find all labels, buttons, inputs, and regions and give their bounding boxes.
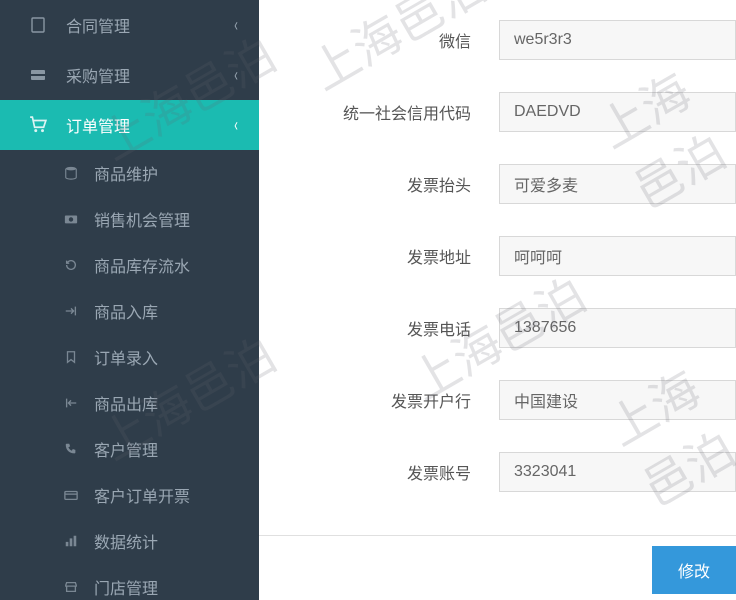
- sidebar-item-purchase[interactable]: 采购管理 ‹: [0, 50, 259, 100]
- form-label: 发票开户行: [289, 388, 499, 412]
- main-content: 微信 统一社会信用代码 发票抬头 发票地址 发票电话 发票开户行 发票账号 修改: [259, 0, 736, 600]
- sidebar-sub-label: 数据统计: [94, 529, 158, 553]
- form-label: 发票电话: [289, 316, 499, 340]
- form-label: 发票抬头: [289, 172, 499, 196]
- drawer-icon: [28, 65, 48, 85]
- undo-icon: [62, 256, 80, 274]
- exit-icon: [62, 394, 80, 412]
- sidebar-sub-label: 客户管理: [94, 437, 158, 461]
- button-bar: 修改: [259, 535, 736, 594]
- page-icon: [28, 15, 48, 35]
- sidebar-sub-label: 客户订单开票: [94, 483, 190, 507]
- form-row-invoice-account: 发票账号: [259, 452, 736, 492]
- sidebar-sub-label: 商品入库: [94, 299, 158, 323]
- invoice-address-field[interactable]: [499, 236, 736, 276]
- chart-icon: [62, 532, 80, 550]
- credit-code-field[interactable]: [499, 92, 736, 132]
- phone-icon: [62, 440, 80, 458]
- card-icon: [62, 486, 80, 504]
- sidebar: 合同管理 ‹ 采购管理 ‹ 订单管理 ‹ 商品维护 销售机会管理 商品库存流水: [0, 0, 259, 600]
- sidebar-item-label: 合同管理: [66, 13, 130, 37]
- sidebar-sub-statistics[interactable]: 数据统计: [0, 518, 259, 564]
- sidebar-sub-label: 商品出库: [94, 391, 158, 415]
- sidebar-sub-label: 订单录入: [94, 345, 158, 369]
- sidebar-item-label: 订单管理: [66, 113, 130, 137]
- edit-button[interactable]: 修改: [652, 546, 736, 594]
- sidebar-sub-store[interactable]: 门店管理: [0, 564, 259, 600]
- sidebar-sub-label: 销售机会管理: [94, 207, 190, 231]
- invoice-bank-field[interactable]: [499, 380, 736, 420]
- sidebar-sub-label: 商品维护: [94, 161, 158, 185]
- wechat-field[interactable]: [499, 20, 736, 60]
- bookmark-icon: [62, 348, 80, 366]
- form-label: 微信: [289, 28, 499, 52]
- sidebar-sub-sales-opportunity[interactable]: 销售机会管理: [0, 196, 259, 242]
- form-label: 统一社会信用代码: [289, 100, 499, 124]
- store-icon: [62, 578, 80, 596]
- invoice-account-field[interactable]: [499, 452, 736, 492]
- invoice-phone-field[interactable]: [499, 308, 736, 348]
- form-label: 发票地址: [289, 244, 499, 268]
- sidebar-sub-product-maintain[interactable]: 商品维护: [0, 150, 259, 196]
- chevron-left-icon: ‹: [234, 65, 238, 86]
- form-row-wechat: 微信: [259, 20, 736, 60]
- form-row-invoice-title: 发票抬头: [259, 164, 736, 204]
- sidebar-sub-stock-out[interactable]: 商品出库: [0, 380, 259, 426]
- form-label: 发票账号: [289, 460, 499, 484]
- form-row-invoice-phone: 发票电话: [259, 308, 736, 348]
- sidebar-sub-inventory-flow[interactable]: 商品库存流水: [0, 242, 259, 288]
- camera-icon: [62, 210, 80, 228]
- form-row-credit-code: 统一社会信用代码: [259, 92, 736, 132]
- invoice-title-field[interactable]: [499, 164, 736, 204]
- sidebar-item-contract[interactable]: 合同管理 ‹: [0, 0, 259, 50]
- database-icon: [62, 164, 80, 182]
- cart-icon: [28, 115, 48, 135]
- form-row-invoice-address: 发票地址: [259, 236, 736, 276]
- chevron-left-icon: ‹: [234, 15, 238, 36]
- sidebar-sub-label: 商品库存流水: [94, 253, 190, 277]
- sidebar-sub-customer-invoice[interactable]: 客户订单开票: [0, 472, 259, 518]
- sidebar-item-label: 采购管理: [66, 63, 130, 87]
- sidebar-sub-label: 门店管理: [94, 575, 158, 599]
- form-row-invoice-bank: 发票开户行: [259, 380, 736, 420]
- enter-icon: [62, 302, 80, 320]
- sidebar-sub-stock-in[interactable]: 商品入库: [0, 288, 259, 334]
- chevron-left-icon: ‹: [234, 115, 238, 136]
- sidebar-item-order[interactable]: 订单管理 ‹: [0, 100, 259, 150]
- sidebar-sub-order-entry[interactable]: 订单录入: [0, 334, 259, 380]
- sidebar-sub-customer[interactable]: 客户管理: [0, 426, 259, 472]
